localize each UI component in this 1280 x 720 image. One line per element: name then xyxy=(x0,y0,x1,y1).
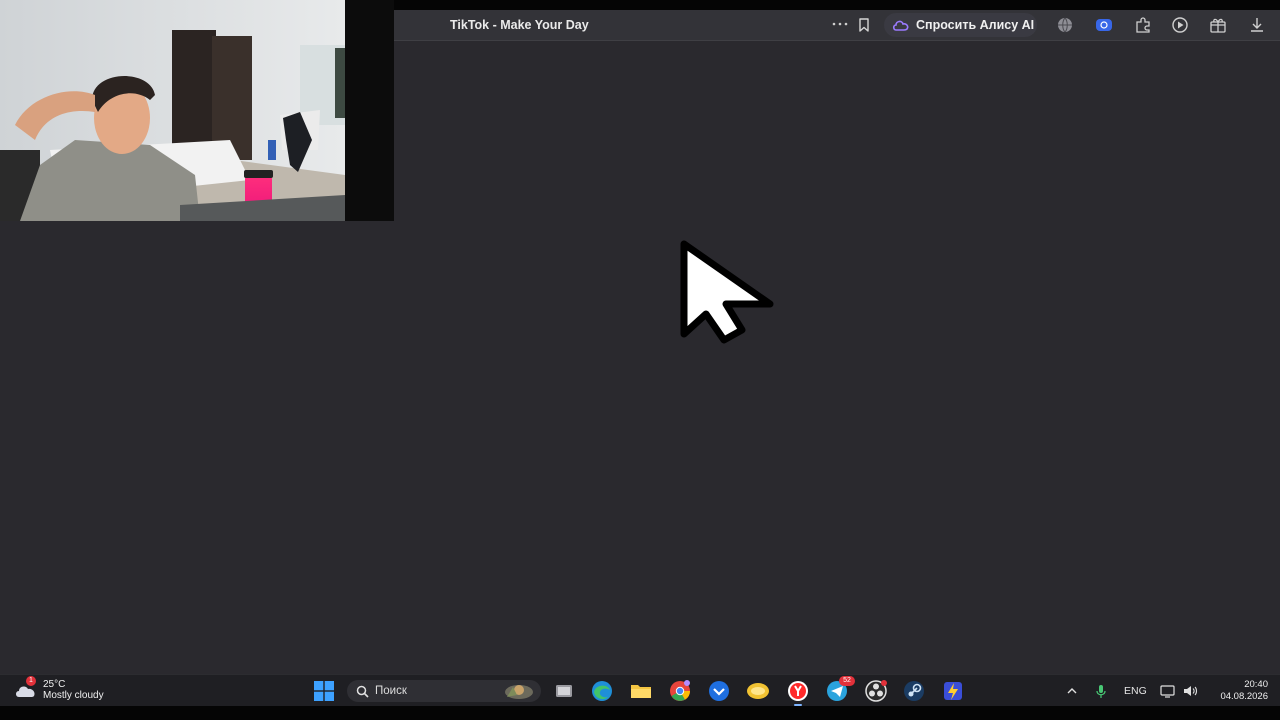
chrome-button[interactable] xyxy=(668,679,692,703)
chat-app-icon xyxy=(747,683,769,699)
media-player-icon xyxy=(1172,17,1188,33)
weather-condition: Mostly cloudy xyxy=(43,690,104,701)
file-explorer-icon xyxy=(631,685,651,698)
download-icon xyxy=(1251,18,1263,32)
microphone-button[interactable] xyxy=(1095,683,1107,699)
more-options-button[interactable] xyxy=(830,13,850,35)
weather-temperature: 25°C xyxy=(43,679,66,690)
clock-time: 20:40 xyxy=(1244,679,1268,690)
vpn-badge-icon xyxy=(1096,19,1112,31)
yandex-browser-button[interactable] xyxy=(786,679,810,706)
ellipsis-icon xyxy=(832,22,848,26)
telegram-unread-badge: 52 xyxy=(839,676,855,686)
chevron-up-icon xyxy=(1067,688,1077,694)
volume-button[interactable] xyxy=(1182,683,1198,699)
search-placeholder: Поиск xyxy=(375,685,407,697)
task-view-button[interactable] xyxy=(552,679,576,703)
bottom-bezel xyxy=(0,706,1280,720)
edge-icon xyxy=(592,681,612,701)
language-indicator[interactable]: ENG xyxy=(1124,685,1147,701)
page-content-area xyxy=(0,221,1280,674)
network-button[interactable] xyxy=(1160,683,1176,699)
steam-icon xyxy=(904,681,924,701)
alice-cloud-icon xyxy=(892,20,909,31)
search-highlight-icon xyxy=(505,685,533,699)
chat-app-button[interactable] xyxy=(746,679,770,703)
taskbar-clock[interactable]: 20:40 04.08.2026 xyxy=(1206,679,1268,703)
mail-button[interactable] xyxy=(707,679,731,703)
file-explorer-button[interactable] xyxy=(629,679,653,703)
steam-button[interactable] xyxy=(902,679,926,703)
tray-overflow-button[interactable] xyxy=(1066,683,1078,699)
weather-widget[interactable]: 1 25°C Mostly cloudy xyxy=(14,676,104,701)
bookmark-button[interactable] xyxy=(856,17,872,33)
speaker-icon xyxy=(1184,686,1198,696)
start-button[interactable] xyxy=(314,681,334,701)
clock-date: 04.08.2026 xyxy=(1220,691,1268,702)
bookmark-icon xyxy=(859,18,869,32)
globe-icon xyxy=(1058,17,1072,33)
obs-icon xyxy=(865,680,887,702)
flash-app-button[interactable] xyxy=(941,679,965,703)
gift-button[interactable] xyxy=(1209,16,1227,34)
gift-icon xyxy=(1210,18,1226,33)
ask-alice-label: Спросить Алису AI xyxy=(916,18,1035,32)
windows-logo-icon xyxy=(314,681,334,701)
ask-alice-button[interactable]: Спросить Алису AI xyxy=(884,13,1037,37)
media-player-button[interactable] xyxy=(1171,16,1189,34)
microphone-icon xyxy=(1096,685,1106,698)
mouse-pointer-icon xyxy=(680,240,776,344)
webcam-overlay xyxy=(0,0,394,221)
extensions-icon xyxy=(1136,17,1150,33)
yandex-browser-icon xyxy=(788,681,808,701)
tab-title[interactable]: TikTok - Make Your Day xyxy=(450,18,589,32)
network-icon xyxy=(1160,685,1175,698)
flash-app-icon xyxy=(944,682,962,700)
downloads-button[interactable] xyxy=(1248,16,1266,34)
vpn-badge-button[interactable] xyxy=(1095,16,1113,34)
windows-taskbar: 1 25°C Mostly cloudy Поиск 52 ENG 20:40 … xyxy=(0,674,1280,706)
mail-icon xyxy=(709,681,729,701)
obs-button[interactable] xyxy=(864,679,888,703)
webcam-feed-image xyxy=(0,0,394,221)
task-view-icon xyxy=(556,685,572,697)
search-icon xyxy=(356,685,369,698)
extensions-button[interactable] xyxy=(1134,16,1152,34)
chrome-icon xyxy=(670,680,690,701)
weather-alert-badge: 1 xyxy=(26,676,36,686)
taskbar-search[interactable]: Поиск xyxy=(347,680,541,702)
telegram-button[interactable]: 52 xyxy=(825,676,855,703)
browser-toolbar: TikTok - Make Your Day Спросить Алису AI xyxy=(394,10,1280,41)
globe-button[interactable] xyxy=(1056,16,1074,34)
edge-button[interactable] xyxy=(590,679,614,703)
cloud-icon: 1 xyxy=(14,676,38,700)
